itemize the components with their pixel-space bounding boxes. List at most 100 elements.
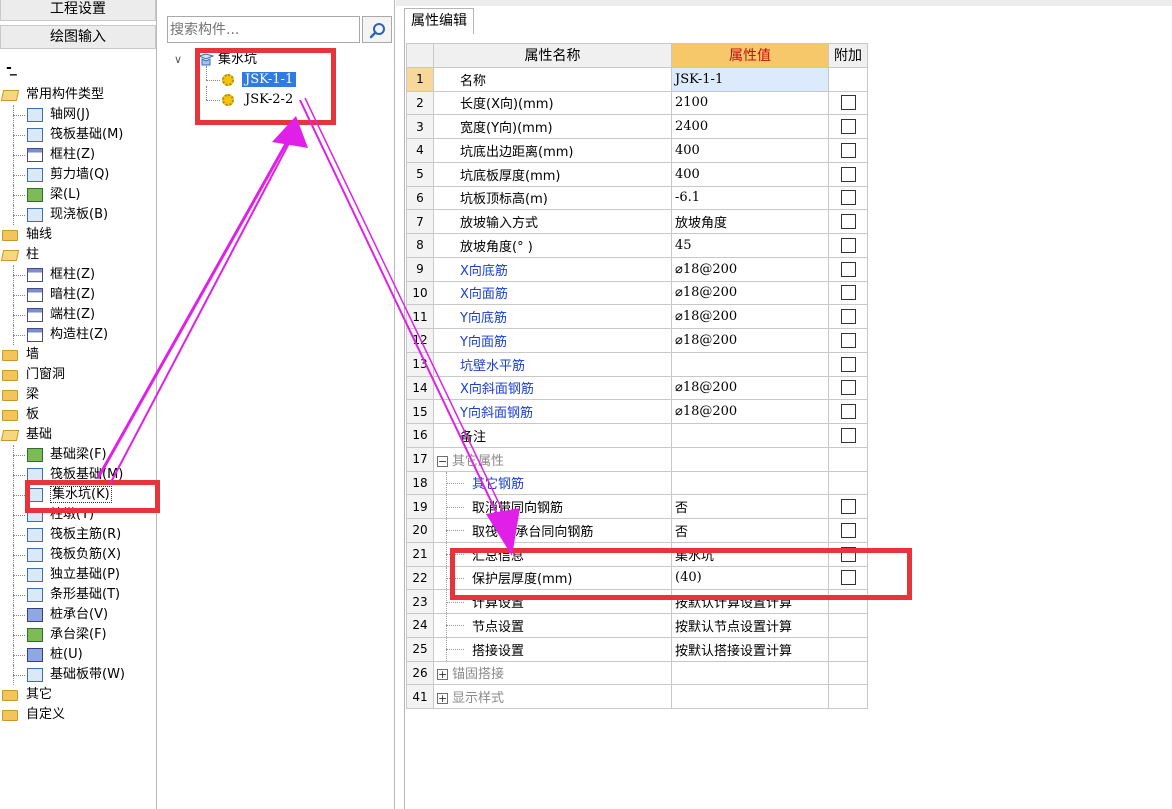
- extra-checkbox[interactable]: [840, 332, 856, 348]
- property-value[interactable]: [671, 423, 829, 448]
- property-value[interactable]: JSK-1-1: [671, 66, 829, 92]
- property-row[interactable]: 17− 其它属性: [406, 446, 868, 472]
- nav-item[interactable]: 暗柱(Z): [0, 285, 156, 305]
- extra-checkbox[interactable]: [840, 166, 856, 182]
- tab-drawing-input[interactable]: 绘图输入: [0, 25, 156, 49]
- extra-checkbox[interactable]: [840, 427, 856, 443]
- nav-item[interactable]: 独立基础(P): [0, 565, 156, 585]
- extra-checkbox[interactable]: [840, 95, 856, 111]
- nav-folder[interactable]: 基础: [0, 425, 156, 445]
- nav-folder[interactable]: 其它: [0, 685, 156, 705]
- property-row[interactable]: 8 放坡角度(° ) 45: [406, 233, 868, 258]
- property-row[interactable]: 9 X向底筋 ⌀18@200: [406, 256, 868, 282]
- nav-item[interactable]: 框柱(Z): [0, 265, 156, 285]
- nav-folder[interactable]: 板: [0, 405, 156, 425]
- property-row[interactable]: 2 长度(X向)(mm) 2100: [406, 90, 868, 116]
- property-value[interactable]: 否: [671, 518, 829, 543]
- nav-item[interactable]: 基础板带(W): [0, 665, 156, 685]
- property-row[interactable]: 10 X向面筋 ⌀18@200: [406, 280, 868, 306]
- extra-checkbox[interactable]: [840, 237, 856, 253]
- nav-folder[interactable]: 门窗洞: [0, 365, 156, 385]
- property-row[interactable]: 14 X向斜面钢筋 ⌀18@200: [406, 375, 868, 401]
- property-row[interactable]: 41 + 显示样式: [406, 684, 868, 709]
- property-row[interactable]: 7 放坡输入方式 放坡角度: [406, 209, 868, 234]
- nav-item[interactable]: 筏板基础(M): [0, 125, 156, 145]
- property-value[interactable]: ⌀18@200: [671, 256, 829, 282]
- extra-checkbox[interactable]: [840, 499, 856, 515]
- extra-checkbox[interactable]: [840, 285, 856, 301]
- collapse-all-button[interactable]: -_: [6, 60, 17, 76]
- tab-project-settings[interactable]: 工程设置: [0, 0, 156, 21]
- property-row[interactable]: 12 Y向面筋 ⌀18@200: [406, 328, 868, 353]
- property-value[interactable]: 400: [671, 138, 829, 163]
- property-value[interactable]: [671, 470, 829, 496]
- nav-folder[interactable]: 梁: [0, 385, 156, 405]
- property-row[interactable]: 13 坑壁水平筋: [406, 351, 868, 377]
- extra-checkbox[interactable]: [840, 522, 856, 538]
- property-row[interactable]: 19 取消带同向钢筋 否: [406, 494, 868, 519]
- property-row[interactable]: 4 坑底出边距离(mm) 400: [406, 138, 868, 163]
- nav-folder[interactable]: 轴线: [0, 225, 156, 245]
- nav-item[interactable]: 框柱(Z): [0, 145, 156, 165]
- property-value[interactable]: 2400: [671, 114, 829, 139]
- collapse-icon[interactable]: −: [437, 455, 448, 467]
- extra-checkbox[interactable]: [840, 119, 856, 135]
- nav-item[interactable]: 桩(U): [0, 645, 156, 665]
- property-row[interactable]: 16 备注: [406, 423, 868, 448]
- property-value[interactable]: 否: [671, 494, 829, 519]
- property-value[interactable]: 45: [671, 233, 829, 258]
- extra-checkbox[interactable]: [840, 214, 856, 230]
- expand-icon[interactable]: +: [437, 693, 448, 705]
- property-row[interactable]: 18 其它钢筋: [406, 470, 868, 496]
- property-value[interactable]: 按默认节点设置计算: [671, 613, 829, 638]
- property-row[interactable]: 15 Y向斜面钢筋 ⌀18@200: [406, 399, 868, 424]
- property-value[interactable]: ⌀18@200: [671, 399, 829, 424]
- property-row[interactable]: 26 + 锚固搭接: [406, 660, 868, 686]
- property-row[interactable]: 1 名称 JSK-1-1: [406, 66, 868, 92]
- nav-folder[interactable]: 自定义: [0, 705, 156, 725]
- extra-checkbox[interactable]: [840, 142, 856, 158]
- tab-property-edit[interactable]: 属性编辑: [404, 8, 474, 35]
- chevron-down-icon[interactable]: ∨: [174, 50, 182, 70]
- nav-item[interactable]: 基础梁(F): [0, 445, 156, 465]
- extra-checkbox[interactable]: [840, 356, 856, 372]
- extra-checkbox[interactable]: [840, 190, 856, 206]
- nav-item[interactable]: 剪力墙(Q): [0, 165, 156, 185]
- property-row[interactable]: 3 宽度(Y向)(mm) 2400: [406, 114, 868, 139]
- nav-item[interactable]: 桩承台(V): [0, 605, 156, 625]
- extra-checkbox[interactable]: [840, 261, 856, 277]
- nav-folder[interactable]: 墙: [0, 345, 156, 365]
- search-input[interactable]: [167, 16, 360, 43]
- nav-item[interactable]: 筏板主筋(R): [0, 525, 156, 545]
- property-row[interactable]: 5 坑底板厚度(mm) 400: [406, 161, 868, 187]
- search-button[interactable]: [362, 16, 392, 43]
- nav-item[interactable]: 筏板负筋(X): [0, 545, 156, 565]
- property-value[interactable]: [671, 351, 829, 377]
- property-value[interactable]: 2100: [671, 90, 829, 116]
- property-row[interactable]: 25 搭接设置 按默认搭接设置计算: [406, 636, 868, 662]
- property-value[interactable]: ⌀18@200: [671, 280, 829, 306]
- expand-icon[interactable]: +: [437, 669, 448, 681]
- property-row[interactable]: 20 取筏板/承台同向钢筋 否: [406, 518, 868, 543]
- property-value[interactable]: ⌀18@200: [671, 304, 829, 329]
- nav-item[interactable]: 端柱(Z): [0, 305, 156, 325]
- nav-item[interactable]: 承台梁(F): [0, 625, 156, 645]
- property-row[interactable]: 11 Y向底筋 ⌀18@200: [406, 304, 868, 329]
- property-row[interactable]: 6 坑板顶标高(m) -6.1: [406, 185, 868, 211]
- nav-item[interactable]: 现浇板(B): [0, 205, 156, 225]
- property-value[interactable]: 按默认搭接设置计算: [671, 636, 829, 662]
- nav-item[interactable]: 构造柱(Z): [0, 325, 156, 345]
- property-value[interactable]: [671, 684, 829, 709]
- extra-checkbox[interactable]: [840, 380, 856, 396]
- nav-item[interactable]: 梁(L): [0, 185, 156, 205]
- property-value[interactable]: [671, 446, 829, 472]
- property-value[interactable]: -6.1: [671, 185, 829, 211]
- property-value[interactable]: [671, 660, 829, 686]
- nav-folder[interactable]: 柱: [0, 245, 156, 265]
- property-value[interactable]: 放坡角度: [671, 209, 829, 234]
- property-row[interactable]: 24 节点设置 按默认节点设置计算: [406, 613, 868, 638]
- nav-item[interactable]: 轴网(J): [0, 105, 156, 125]
- property-value[interactable]: ⌀18@200: [671, 375, 829, 401]
- nav-item[interactable]: 条形基础(T): [0, 585, 156, 605]
- property-value[interactable]: ⌀18@200: [671, 328, 829, 353]
